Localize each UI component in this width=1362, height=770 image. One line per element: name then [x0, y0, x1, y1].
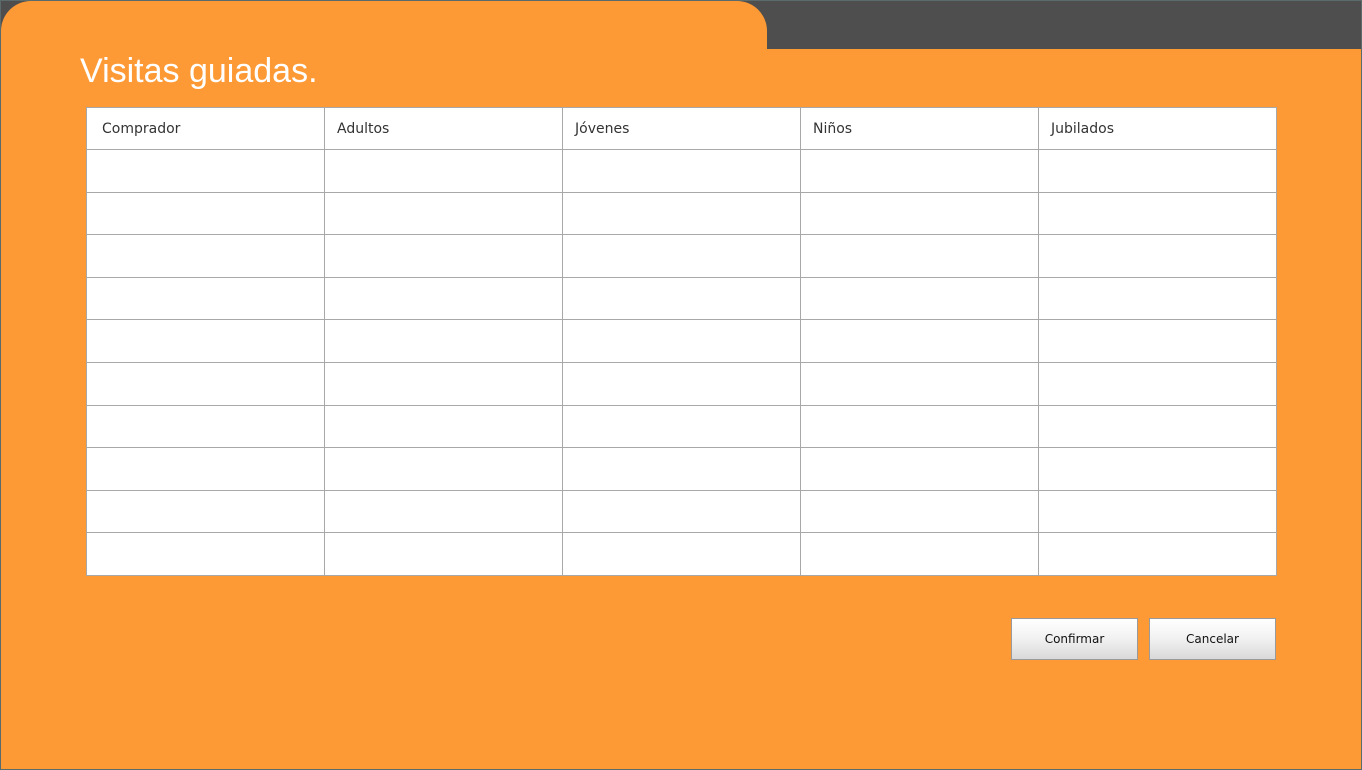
- table-row[interactable]: [86, 191, 1277, 236]
- table-row[interactable]: [86, 447, 1277, 491]
- table-cell[interactable]: [800, 404, 1039, 449]
- table-cell[interactable]: [324, 447, 563, 491]
- table-cell[interactable]: [562, 319, 801, 363]
- table-cell[interactable]: [86, 532, 325, 576]
- visits-table-container: Comprador Adultos Jóvenes Niños Jubilado…: [86, 107, 1277, 576]
- column-header-comprador: Comprador: [86, 107, 325, 150]
- table-cell[interactable]: [1038, 319, 1277, 363]
- table-cell[interactable]: [86, 276, 325, 321]
- cancel-button[interactable]: Cancelar: [1149, 618, 1276, 660]
- table-cell[interactable]: [1038, 276, 1277, 321]
- table-cell[interactable]: [86, 489, 325, 534]
- table-row[interactable]: [86, 361, 1277, 406]
- table-cell[interactable]: [324, 276, 563, 321]
- table-cell[interactable]: [86, 319, 325, 363]
- table-cell[interactable]: [1038, 489, 1277, 534]
- table-cell[interactable]: [562, 361, 801, 406]
- table-cell[interactable]: [1038, 404, 1277, 449]
- table-header-row: Comprador Adultos Jóvenes Niños Jubilado…: [86, 107, 1277, 150]
- table-cell[interactable]: [562, 276, 801, 321]
- table-cell[interactable]: [1038, 532, 1277, 576]
- page-title: Visitas guiadas.: [80, 52, 318, 90]
- confirm-button[interactable]: Confirmar: [1011, 618, 1138, 660]
- table-cell[interactable]: [86, 447, 325, 491]
- table-cell[interactable]: [86, 234, 325, 278]
- table-cell[interactable]: [324, 489, 563, 534]
- table-cell[interactable]: [800, 489, 1039, 534]
- table-cell[interactable]: [324, 319, 563, 363]
- table-cell[interactable]: [800, 532, 1039, 576]
- column-header-jubilados: Jubilados: [1038, 107, 1277, 150]
- table-cell[interactable]: [800, 319, 1039, 363]
- table-cell[interactable]: [324, 149, 563, 193]
- column-header-ninos: Niños: [800, 107, 1039, 150]
- table-row[interactable]: [86, 404, 1277, 449]
- table-cell[interactable]: [86, 191, 325, 236]
- table-cell[interactable]: [324, 404, 563, 449]
- table-row[interactable]: [86, 234, 1277, 278]
- table-row[interactable]: [86, 489, 1277, 534]
- table-cell[interactable]: [1038, 447, 1277, 491]
- table-body: [86, 149, 1277, 576]
- table-cell[interactable]: [324, 532, 563, 576]
- table-row[interactable]: [86, 319, 1277, 363]
- column-header-jovenes: Jóvenes: [562, 107, 801, 150]
- table-row[interactable]: [86, 276, 1277, 321]
- table-cell[interactable]: [1038, 149, 1277, 193]
- table-row[interactable]: [86, 149, 1277, 193]
- table-cell[interactable]: [562, 489, 801, 534]
- table-cell[interactable]: [800, 361, 1039, 406]
- table-cell[interactable]: [562, 149, 801, 193]
- table-cell[interactable]: [86, 404, 325, 449]
- table-cell[interactable]: [800, 447, 1039, 491]
- app-window: Visitas guiadas. Comprador Adultos Jóven…: [0, 0, 1362, 770]
- table-cell[interactable]: [86, 361, 325, 406]
- table-row[interactable]: [86, 532, 1277, 576]
- table-cell[interactable]: [1038, 234, 1277, 278]
- table-cell[interactable]: [86, 149, 325, 193]
- table-cell[interactable]: [324, 191, 563, 236]
- table-cell[interactable]: [562, 532, 801, 576]
- table-cell[interactable]: [1038, 361, 1277, 406]
- table-cell[interactable]: [324, 361, 563, 406]
- table-cell[interactable]: [562, 447, 801, 491]
- table-cell[interactable]: [562, 234, 801, 278]
- table-cell[interactable]: [800, 234, 1039, 278]
- table-cell[interactable]: [324, 234, 563, 278]
- table-cell[interactable]: [562, 404, 801, 449]
- column-header-adultos: Adultos: [324, 107, 563, 150]
- table-cell[interactable]: [1038, 191, 1277, 236]
- table-cell[interactable]: [800, 276, 1039, 321]
- table-cell[interactable]: [800, 149, 1039, 193]
- table-cell[interactable]: [562, 191, 801, 236]
- visits-table: Comprador Adultos Jóvenes Niños Jubilado…: [86, 107, 1277, 576]
- table-cell[interactable]: [800, 191, 1039, 236]
